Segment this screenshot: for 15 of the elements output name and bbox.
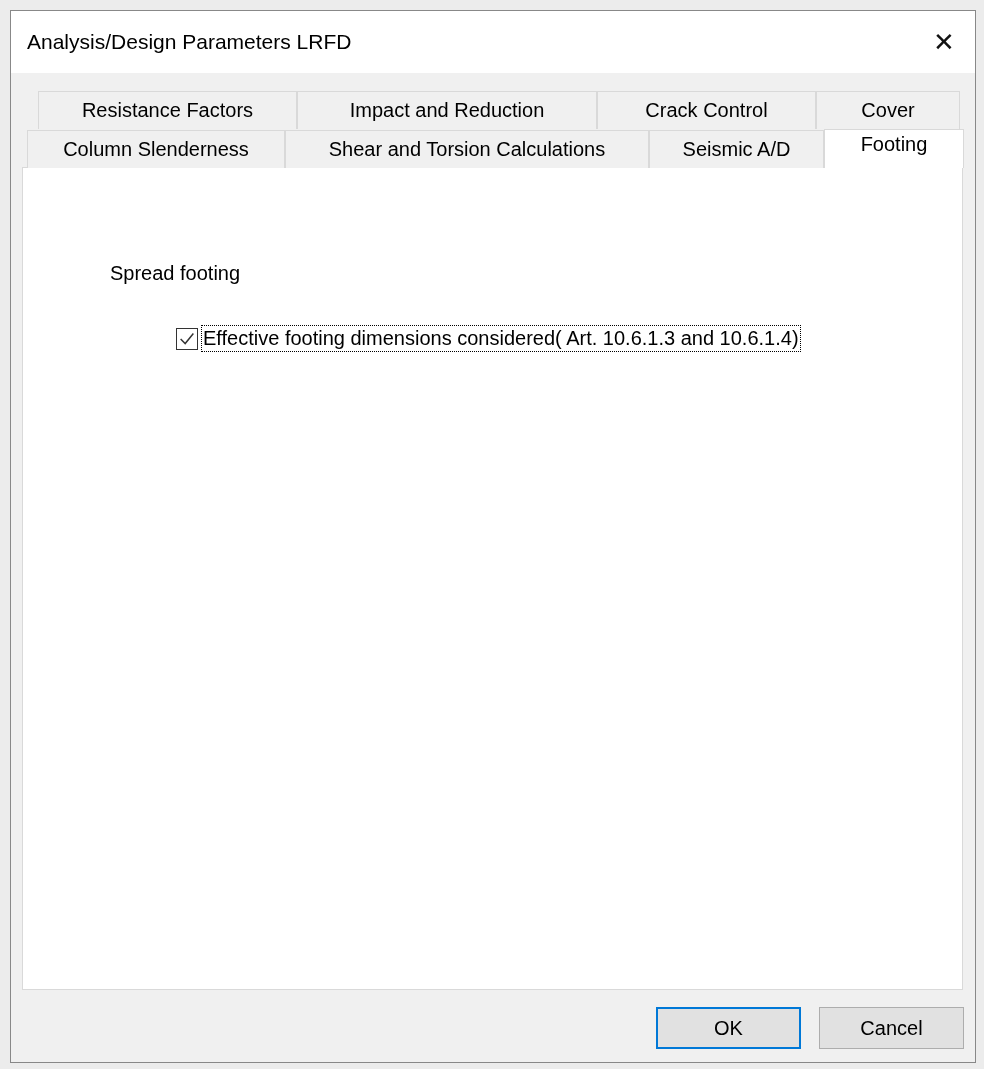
group-label: Spread footing xyxy=(110,262,241,285)
dialog-button[interactable]: OK xyxy=(656,1007,801,1049)
tab[interactable]: Seismic A/D xyxy=(649,130,824,168)
checkbox-label[interactable]: Effective footing dimensions considered( Art. 10.6.1.3 and 10.6.1.4) xyxy=(201,325,801,352)
tab[interactable]: Shear and Torsion Calculations xyxy=(285,130,649,168)
close-button[interactable]: ✕ xyxy=(921,22,967,62)
tab[interactable]: Resistance Factors xyxy=(38,91,297,129)
tab[interactable]: Cover xyxy=(816,91,960,129)
window-title: Analysis/Design Parameters LRFD xyxy=(27,30,352,54)
dialog-button[interactable]: Cancel xyxy=(819,1007,964,1049)
tab[interactable]: Column Slenderness xyxy=(27,130,285,168)
tab[interactable]: Crack Control xyxy=(597,91,816,129)
tab[interactable]: Footing xyxy=(824,129,964,168)
checkbox[interactable] xyxy=(176,327,198,350)
tab[interactable]: Impact and Reduction xyxy=(297,91,597,129)
